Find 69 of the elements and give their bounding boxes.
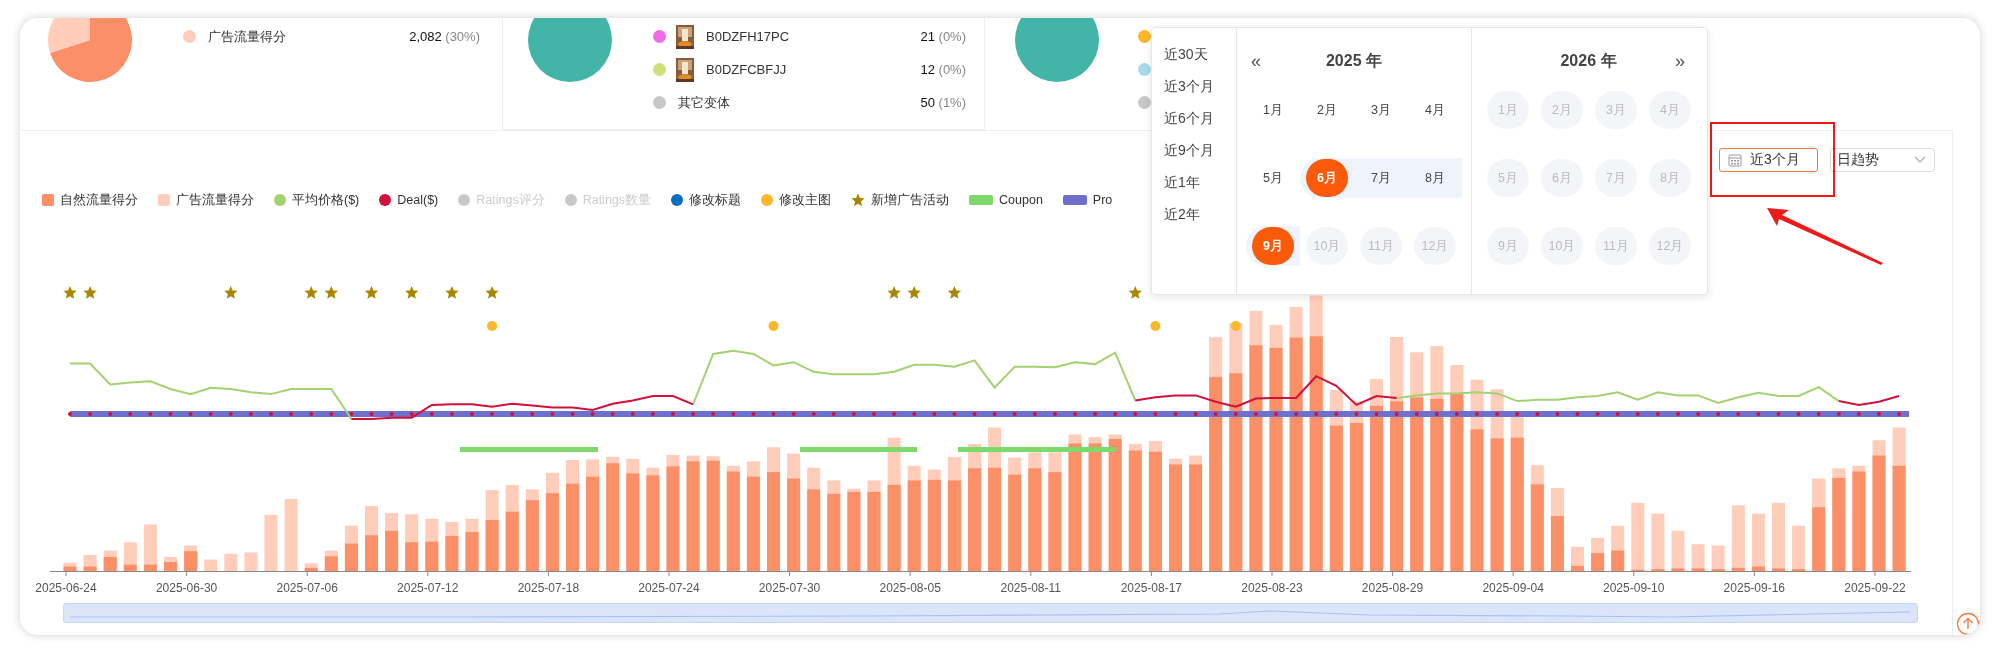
month-option: 10月 — [1541, 227, 1583, 265]
legend-label: B0DZFH17PC — [706, 29, 791, 44]
month-option: 8月 — [1649, 159, 1691, 197]
month-option[interactable]: 1月 — [1252, 91, 1294, 129]
calendar-icon — [1728, 153, 1742, 167]
month-option: 1月 — [1487, 91, 1529, 129]
axis-label: 2025-09-22 — [1843, 581, 1907, 597]
month-option: 12月 — [1649, 227, 1691, 265]
axis-label: 2025-07-06 — [275, 581, 339, 597]
axis-label: 2025-08-05 — [878, 581, 942, 597]
axis-label: 2025-07-18 — [516, 581, 581, 597]
month-option: 4月 — [1649, 91, 1691, 129]
month-option: 12月 — [1414, 227, 1456, 265]
month-option[interactable]: 4月 — [1414, 91, 1456, 129]
legend-item[interactable]: 新增广告活动 — [851, 191, 950, 209]
count-value: 12 (0%) — [920, 62, 966, 77]
axis-label: 2025-09-10 — [1602, 581, 1666, 597]
month-option: 2月 — [1541, 91, 1583, 129]
axis-label: 2025-06-24 — [34, 581, 98, 597]
scroll-top-icon[interactable] — [1956, 612, 1980, 635]
year-title: 2026 年 — [1560, 50, 1617, 71]
axis-label: 2025-09-16 — [1722, 581, 1786, 597]
zoom-scroll-bar[interactable] — [63, 603, 1918, 623]
legend-label: 其它变体 — [678, 93, 731, 112]
month-option: 10月 — [1306, 227, 1348, 265]
legend-item[interactable]: 修改主图 — [761, 191, 832, 209]
legend-item[interactable]: Deal($) — [379, 193, 439, 207]
month-option: 3月 — [1595, 91, 1637, 129]
axis-label: 2025-07-24 — [637, 581, 701, 597]
next-year-button[interactable]: » — [1675, 50, 1685, 71]
month-option: 9月 — [1487, 227, 1529, 265]
axis-label: 2025-07-30 — [757, 581, 822, 597]
date-range-field[interactable]: 近3个月 — [1719, 148, 1818, 172]
shortcut-option[interactable]: 近30天 — [1164, 44, 1236, 64]
month-option[interactable]: 3月 — [1360, 91, 1402, 129]
month-option: 7月 — [1595, 159, 1637, 197]
shortcut-option[interactable]: 近1年 — [1164, 172, 1236, 192]
axis-label: 2025-08-11 — [999, 581, 1062, 597]
month-option: 6月 — [1541, 159, 1583, 197]
legend-item[interactable]: 广告流量得分 — [158, 191, 254, 209]
axis-label: 2025-08-23 — [1240, 581, 1304, 597]
shortcut-option[interactable]: 近6个月 — [1164, 108, 1236, 128]
month-option: 11月 — [1360, 227, 1402, 265]
axis-label: 2025-09-04 — [1481, 581, 1545, 597]
month-option[interactable]: 5月 — [1252, 159, 1294, 197]
axis-label: 2025-08-29 — [1360, 581, 1425, 597]
chevron-down-icon — [1914, 156, 1926, 164]
month-option[interactable]: 2月 — [1306, 91, 1348, 129]
legend-item[interactable]: 自然流量得分 — [42, 191, 138, 209]
shortcut-option[interactable]: 近2年 — [1164, 204, 1236, 224]
legend-label: B0DZFCBFJJ — [706, 62, 788, 77]
legend-item[interactable]: Pro — [1062, 193, 1113, 207]
shortcut-option[interactable]: 近3个月 — [1164, 76, 1236, 96]
count-value: 2,082 (30%) — [409, 29, 480, 44]
previous-year-button[interactable]: « — [1251, 50, 1261, 71]
axis-label: 2025-06-30 — [154, 581, 219, 597]
year-title: 2025 年 — [1325, 50, 1382, 71]
month-option: 11月 — [1595, 227, 1637, 265]
count-value: 21 (0%) — [920, 29, 966, 44]
legend-label: 广告流量得分 — [208, 27, 287, 46]
month-option: 5月 — [1487, 159, 1529, 197]
legend-item[interactable]: 平均价格($) — [274, 191, 360, 209]
granularity-select[interactable]: 日趋势 — [1830, 148, 1935, 172]
axis-label: 2025-08-17 — [1119, 581, 1184, 597]
shortcut-option[interactable]: 近9个月 — [1164, 140, 1236, 160]
count-value: 50 (1%) — [920, 95, 966, 110]
legend-item[interactable]: Coupon — [969, 193, 1043, 207]
axis-label: 2025-07-12 — [396, 581, 460, 597]
legend-item[interactable]: 修改标题 — [671, 191, 742, 209]
